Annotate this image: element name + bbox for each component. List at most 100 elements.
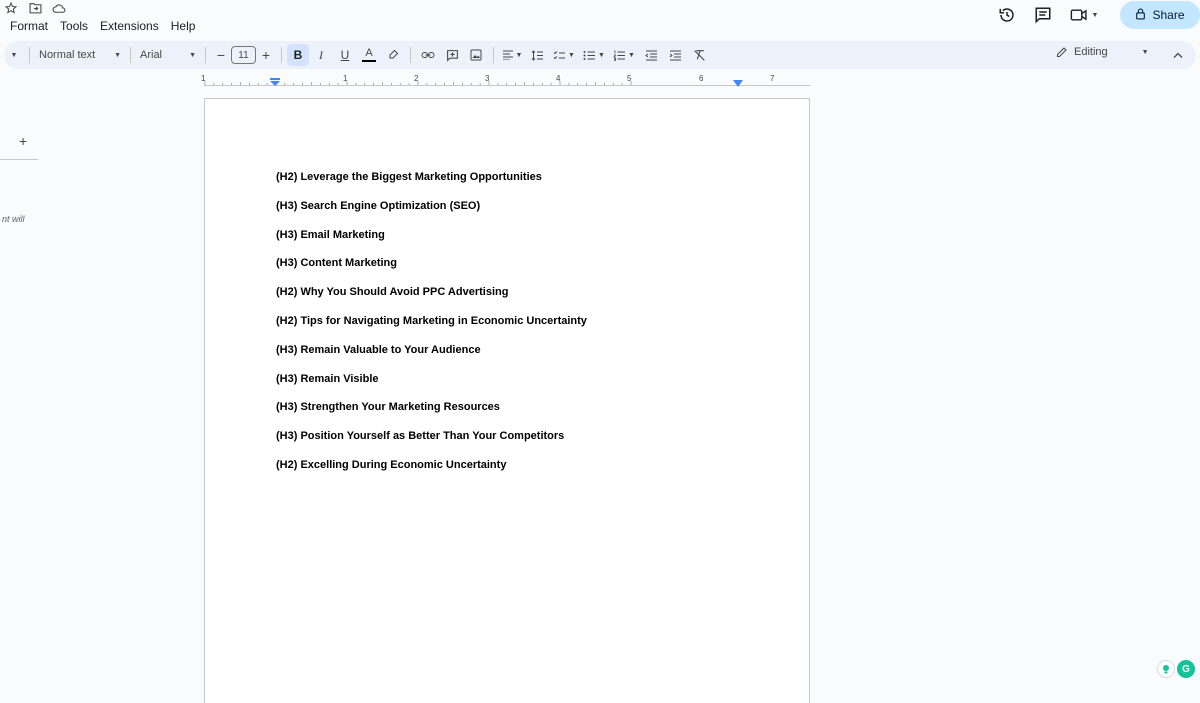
ruler-number: 5 [627,74,632,83]
title-icons [4,1,66,15]
decrease-indent-button[interactable] [639,44,663,66]
highlighter-icon [389,49,399,59]
menu-tools[interactable]: Tools [54,18,94,34]
image-icon [470,49,482,61]
header-actions: ▼ Share [992,0,1200,30]
ruler-number: 1 [201,74,206,83]
paragraph-style-label: Normal text [39,49,96,61]
document-body[interactable]: (H2) Leverage the Biggest Marketing Oppo… [276,171,587,488]
grammarly-icon[interactable]: G [1177,660,1195,678]
document-page[interactable]: (H2) Leverage the Biggest Marketing Oppo… [204,98,810,703]
lightbulb-icon[interactable] [1157,660,1175,678]
chevron-down-icon: ▼ [568,51,575,59]
bulleted-list-icon [583,50,596,60]
italic-icon: I [319,47,323,62]
bold-button[interactable]: B [287,44,309,66]
video-call-icon[interactable]: ▼ [1064,0,1104,30]
chevron-down-icon: ▼ [1091,11,1099,19]
star-icon[interactable] [4,1,18,15]
paragraph-style-dropdown[interactable]: Normal text ▼ [35,49,125,61]
cloud-saved-icon[interactable] [52,1,66,15]
checklist-dropdown[interactable]: ▼ [549,44,579,66]
text-color-icon: A [365,47,373,59]
menu-bar: Format Tools Extensions Help [4,18,201,34]
heading-line[interactable]: (H2) Tips for Navigating Marketing in Ec… [276,315,587,344]
chevron-down-icon: ▼ [189,51,196,59]
ruler-number: 1 [343,74,348,83]
ruler-number: 3 [485,74,490,83]
editing-mode-label: Editing [1074,46,1108,58]
outline-snippet: nt will [2,214,25,224]
menu-format[interactable]: Format [4,18,54,34]
toolbar-divider [281,47,282,63]
text-color-button[interactable]: A [357,44,381,66]
share-button[interactable]: Share [1120,1,1200,29]
font-label: Arial [140,49,163,61]
lock-icon [1135,8,1146,23]
insert-image-button[interactable] [464,44,488,66]
align-left-icon [502,50,513,60]
heading-line[interactable]: (H3) Remain Visible [276,373,587,402]
heading-line[interactable]: (H2) Leverage the Biggest Marketing Oppo… [276,171,587,200]
ruler-number: 6 [699,74,704,83]
insert-link-button[interactable] [416,44,440,66]
underline-button[interactable]: U [333,44,357,66]
outline-divider [0,159,38,160]
chevron-down-icon: ▼ [10,51,18,59]
history-icon[interactable] [992,0,1022,30]
increase-indent-icon [669,50,681,60]
numbered-list-dropdown[interactable]: ▼ [609,44,639,66]
italic-button[interactable]: I [309,44,333,66]
font-size-input[interactable]: 11 [231,46,256,64]
heading-line[interactable]: (H3) Content Marketing [276,257,587,286]
clear-formatting-button[interactable] [687,44,711,66]
toolbar-divider [493,47,494,63]
font-dropdown[interactable]: Arial ▼ [136,49,200,61]
toolbar-divider [205,47,206,63]
folder-move-icon[interactable] [28,1,42,15]
heading-line[interactable]: (H3) Search Engine Optimization (SEO) [276,200,587,229]
collapse-menus-button[interactable] [1168,44,1188,66]
editing-mode-dropdown[interactable]: Editing ▼ [1056,46,1149,58]
align-dropdown[interactable]: ▼ [499,44,525,66]
menu-help[interactable]: Help [165,18,202,34]
add-comment-button[interactable] [440,44,464,66]
right-indent-marker-icon[interactable] [733,80,743,87]
clear-formatting-icon [693,50,705,61]
extension-widgets: G [1157,660,1195,678]
text-color-swatch [362,60,376,62]
plus-icon: + [261,47,271,63]
toolbar-divider [410,47,411,63]
heading-line[interactable]: (H3) Email Marketing [276,229,587,258]
chevron-down-icon: ▼ [114,51,121,59]
zoom-dropdown[interactable]: ▼ [4,44,24,66]
increase-font-size-button[interactable]: + [256,44,276,66]
increase-indent-button[interactable] [663,44,687,66]
chevron-down-icon: ▼ [598,51,605,59]
comment-icon[interactable] [1028,0,1058,30]
add-tab-button[interactable]: + [19,133,27,149]
heading-line[interactable]: (H3) Position Yourself as Better Than Yo… [276,430,587,459]
heading-line[interactable]: (H2) Why You Should Avoid PPC Advertisin… [276,286,587,315]
bold-icon: B [293,48,303,62]
checklist-icon [553,50,566,59]
line-spacing-button[interactable] [525,44,549,66]
ruler-number: 2 [414,74,419,83]
menu-extensions[interactable]: Extensions [94,18,165,34]
bulleted-list-dropdown[interactable]: ▼ [579,44,609,66]
toolbar-divider [29,47,30,63]
heading-line[interactable]: (H3) Strengthen Your Marketing Resources [276,401,587,430]
left-indent-marker-icon[interactable] [270,78,280,86]
numbered-list-icon [613,50,626,61]
horizontal-ruler[interactable]: 1 1 2 3 4 5 6 7 [201,73,810,87]
line-spacing-icon [531,49,543,61]
pencil-icon [1057,47,1067,57]
chevron-down-icon: ▼ [628,51,635,59]
add-comment-icon [446,49,458,62]
heading-line[interactable]: (H2) Excelling During Economic Uncertain… [276,459,587,488]
formatting-toolbar: ▼ Normal text ▼ Arial ▼ − 11 + B I U A ▼… [4,41,1196,69]
decrease-font-size-button[interactable]: − [211,44,231,66]
highlight-color-button[interactable] [381,44,405,66]
toolbar-divider [130,47,131,63]
heading-line[interactable]: (H3) Remain Valuable to Your Audience [276,344,587,373]
